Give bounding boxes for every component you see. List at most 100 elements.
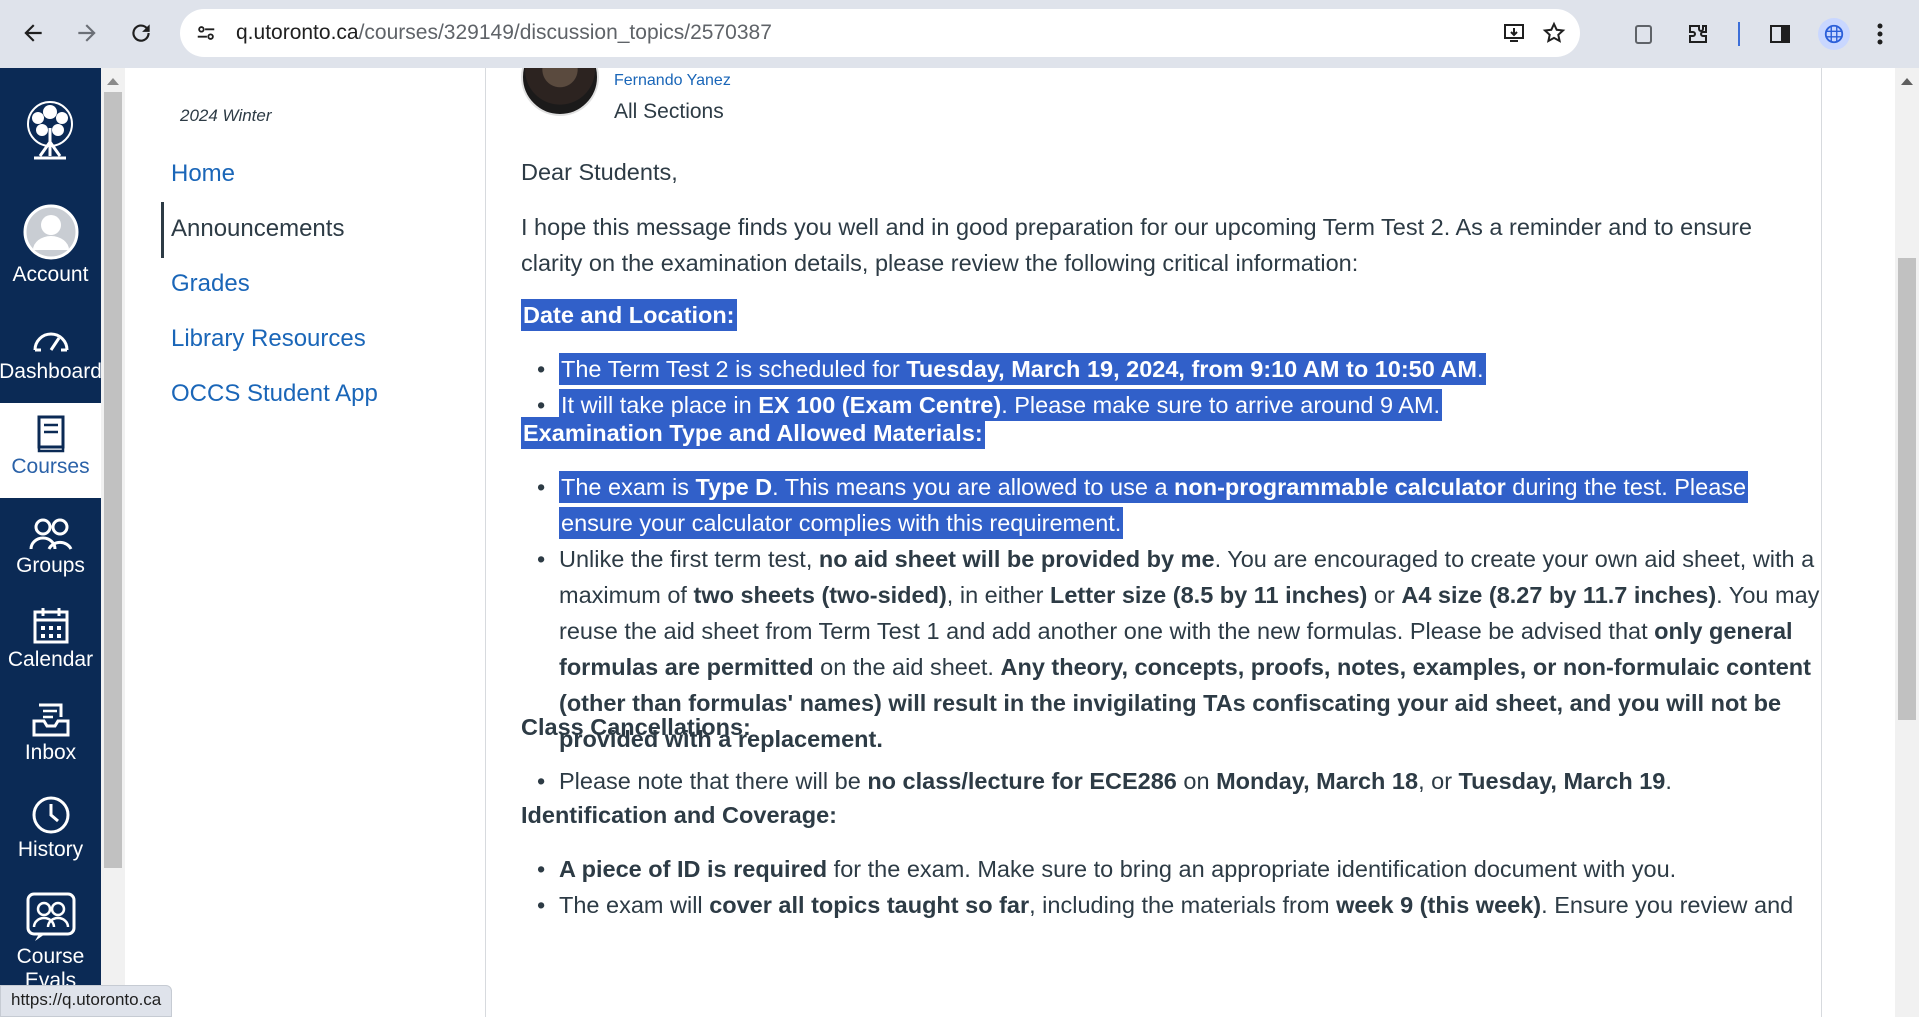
site-info-icon[interactable] — [194, 21, 218, 45]
course-term: 2024 Winter — [180, 106, 272, 125]
scroll-up-arrow-icon[interactable] — [107, 78, 119, 85]
id-a: A piece of ID is required — [559, 856, 828, 882]
calendar-icon — [33, 608, 68, 644]
exam-item-1-line2: ensure your calculator complies with thi… — [559, 507, 1124, 539]
address-bar[interactable]: q.utoronto.ca/courses/329149/discussion_… — [180, 9, 1580, 57]
nav-courses-label: Courses — [11, 455, 90, 478]
extensions-puzzle-icon[interactable] — [1684, 20, 1712, 48]
active-indicator — [161, 202, 164, 258]
cancel-d: Monday, March 18 — [1216, 768, 1419, 794]
nav-account[interactable]: Account — [0, 203, 101, 297]
course-nav-home[interactable]: Home — [171, 160, 235, 188]
cov-a: The exam will — [559, 892, 710, 918]
global-navigation: Account Dashboard Courses Groups Calenda… — [0, 68, 102, 1017]
install-app-icon[interactable] — [1500, 19, 1528, 47]
list-item: Please note that there will be no class/… — [521, 763, 1821, 799]
aid-h: A4 size (8.27 by 11.7 inches) — [1401, 582, 1717, 608]
exam-1b: Type D — [695, 474, 773, 500]
date-1a: The Term Test 2 is scheduled for — [561, 356, 907, 382]
nav-courses[interactable]: Courses — [0, 403, 101, 498]
date-item-1: The Term Test 2 is scheduled for Tuesday… — [559, 353, 1486, 385]
course-evals-icon — [26, 892, 75, 941]
nav-calendar[interactable]: Calendar — [0, 598, 101, 692]
page-scroll-up-arrow-icon[interactable] — [1901, 78, 1913, 85]
url-path: /courses/329149/discussion_topics/257038… — [358, 21, 772, 44]
aid-g: or — [1367, 582, 1402, 608]
nav-calendar-label: Calendar — [7, 648, 94, 671]
university-logo[interactable] — [16, 98, 84, 173]
cancellations-list: Please note that there will be no class/… — [521, 763, 1821, 799]
exam-item-1: The exam is Type D. This means you are a… — [559, 471, 1749, 503]
browser-toolbar: q.utoronto.ca/courses/329149/discussion_… — [0, 0, 1919, 68]
side-panel-icon[interactable] — [1766, 20, 1794, 48]
exam-1d: non-programmable calculator — [1174, 474, 1506, 500]
account-avatar-icon — [23, 204, 78, 260]
course-nav-announcements[interactable]: Announcements — [171, 215, 344, 243]
date-1c: . — [1477, 356, 1484, 382]
heading-identification: Identification and Coverage: — [521, 802, 837, 828]
nav-history[interactable]: History — [0, 786, 101, 880]
inbox-icon — [32, 703, 69, 737]
course-nav-grades[interactable]: Grades — [171, 270, 250, 298]
url-host: q.utoronto.ca — [236, 21, 359, 44]
course-nav-occs-student-app[interactable]: OCCS Student App — [171, 380, 378, 408]
dashboard-gauge-icon — [33, 332, 68, 352]
heading-exam-type-text: Examination Type and Allowed Materials: — [521, 417, 985, 449]
exam-1e: during the test. Please — [1505, 474, 1747, 500]
nav-dashboard-label: Dashboard — [0, 360, 102, 383]
date-1b: Tuesday, March 19, 2024, from 9:10 AM to… — [906, 356, 1478, 382]
aid-b: no aid sheet will be provided by me — [818, 546, 1215, 572]
cancel-g: . — [1665, 768, 1672, 794]
browser-menu-icon[interactable] — [1870, 20, 1890, 48]
list-item: The exam will cover all topics taught so… — [521, 887, 1821, 923]
exam-1c: . This means you are allowed to use a — [772, 474, 1175, 500]
list-item: The exam is Type D. This means you are a… — [521, 469, 1821, 541]
cancel-b: no class/lecture for ECE286 — [867, 768, 1177, 794]
nav-dashboard[interactable]: Dashboard — [0, 318, 102, 412]
aid-k: on the aid sheet. — [813, 654, 1001, 680]
forward-button[interactable] — [68, 14, 106, 52]
cov-d: week 9 (this week) — [1336, 892, 1542, 918]
id-b: for the exam. Make sure to bring an appr… — [827, 856, 1677, 882]
link-status-bubble: https://q.utoronto.ca — [0, 985, 173, 1017]
url-text[interactable]: q.utoronto.ca/courses/329149/discussion_… — [236, 21, 772, 45]
author-name[interactable]: Fernando Yanez — [614, 72, 731, 90]
page-scroll-thumb[interactable] — [1898, 258, 1916, 720]
author-avatar[interactable] — [521, 68, 599, 116]
tree-logo-icon — [27, 101, 73, 160]
cancel-e: , or — [1418, 768, 1459, 794]
aid-e: , in either — [946, 582, 1050, 608]
groups-icon — [29, 518, 72, 550]
reload-button[interactable] — [122, 14, 160, 52]
bookmark-star-icon[interactable] — [1540, 19, 1568, 47]
date-2c: . Please make sure to arrive around 9 AM… — [1001, 392, 1441, 418]
cancel-f: Tuesday, March 19 — [1458, 768, 1666, 794]
history-clock-icon — [32, 796, 69, 834]
course-nav-library-resources[interactable]: Library Resources — [171, 325, 366, 353]
aid-a: Unlike the first term test, — [559, 546, 819, 572]
nav-groups-label: Groups — [16, 554, 85, 577]
nav-inbox[interactable]: Inbox — [0, 693, 101, 787]
reload-icon — [132, 24, 150, 42]
cov-c: , including the materials from — [1029, 892, 1337, 918]
greeting: Dear Students, — [521, 159, 678, 185]
profile-icon[interactable] — [1818, 18, 1850, 50]
cov-e: . Ensure you review and — [1541, 892, 1794, 918]
back-arrow-icon — [24, 24, 42, 42]
forward-arrow-icon — [78, 24, 96, 42]
aid-d: two sheets (two-sided) — [693, 582, 947, 608]
identification-list: A piece of ID is required for the exam. … — [521, 851, 1821, 923]
cancel-a: Please note that there will be — [559, 768, 868, 794]
back-button[interactable] — [14, 14, 52, 52]
cov-b: cover all topics taught so far — [709, 892, 1030, 918]
courses-book-icon — [37, 415, 64, 453]
nav-inbox-label: Inbox — [24, 741, 77, 764]
nav-groups[interactable]: Groups — [0, 508, 101, 602]
reading-mode-icon[interactable] — [1630, 20, 1658, 48]
list-item: The Term Test 2 is scheduled for Tuesday… — [521, 351, 1811, 387]
list-item: A piece of ID is required for the exam. … — [521, 851, 1821, 887]
course-nav-scroll-thumb[interactable] — [104, 92, 122, 868]
announcement-content: Fernando Yanez All Sections Dear Student… — [485, 68, 1822, 1017]
heading-class-cancellations: Class Cancellations: — [521, 714, 751, 740]
nav-account-label: Account — [12, 263, 89, 286]
